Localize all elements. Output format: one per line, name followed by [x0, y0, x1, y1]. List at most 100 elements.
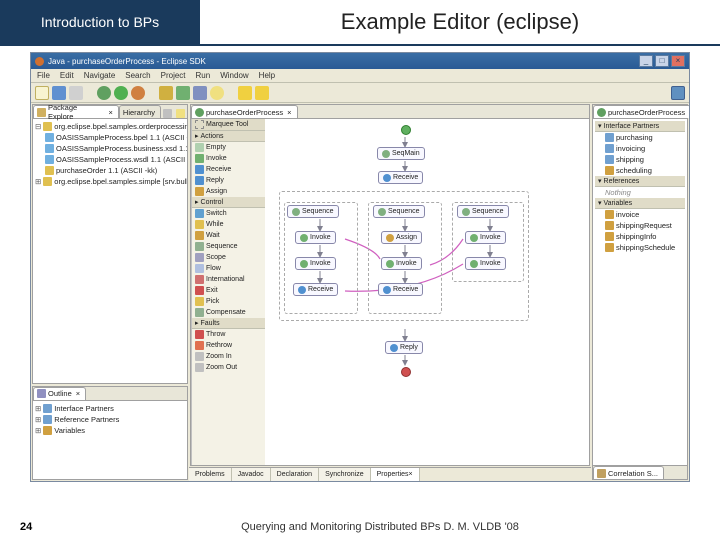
menu-help[interactable]: Help: [259, 71, 275, 80]
list-item[interactable]: Interface Partners: [54, 404, 114, 413]
tab-properties[interactable]: Properties ×: [371, 468, 420, 481]
reply-node[interactable]: Reply: [385, 341, 423, 354]
list-item[interactable]: invoice: [595, 209, 685, 220]
list-item[interactable]: org.eclipse.bpel.samples.orderprocessing…: [54, 122, 187, 131]
palette-item[interactable]: Zoom Out: [192, 362, 265, 373]
seq2-node[interactable]: Sequence: [373, 205, 425, 218]
palette-item[interactable]: Switch: [192, 208, 265, 219]
palette-item[interactable]: Assign: [192, 186, 265, 197]
receive-node[interactable]: Receive: [378, 171, 423, 184]
list-item[interactable]: shippingRequest: [595, 220, 685, 231]
menu-project[interactable]: Project: [161, 71, 186, 80]
package-explorer-tree[interactable]: ⊟org.eclipse.bpel.samples.orderprocessin…: [33, 119, 187, 383]
window-maximize-button[interactable]: □: [655, 55, 669, 67]
list-item[interactable]: scheduling: [595, 165, 685, 176]
perspective-java-icon[interactable]: [671, 86, 685, 100]
palette-item[interactable]: Invoke: [192, 153, 265, 164]
invoke-node[interactable]: Invoke: [295, 231, 336, 244]
receive-node[interactable]: Receive: [378, 283, 423, 296]
tab-package-explorer[interactable]: Package Explore×: [33, 105, 119, 118]
print-icon[interactable]: [69, 86, 83, 100]
list-item[interactable]: Variables: [54, 426, 85, 435]
new-icon[interactable]: [35, 86, 49, 100]
list-item[interactable]: purchaseOrder 1.1 (ASCII -kk): [56, 166, 157, 175]
tab-process[interactable]: purchaseOrderProcess: [593, 105, 689, 118]
run-icon[interactable]: [114, 86, 128, 100]
group-references[interactable]: ▾ References: [595, 176, 685, 187]
list-item[interactable]: shipping: [595, 154, 685, 165]
palette-item[interactable]: Exit: [192, 285, 265, 296]
search-icon[interactable]: [210, 86, 224, 100]
palette-group-actions[interactable]: ▸ Actions: [192, 131, 265, 142]
start-node[interactable]: [401, 125, 411, 135]
end-node[interactable]: [401, 367, 411, 377]
open-type-icon[interactable]: [193, 86, 207, 100]
list-item[interactable]: OASISSampleProcess.wsdl 1.1 (ASCII -kk: [56, 155, 187, 164]
window-titlebar[interactable]: Java - purchaseOrderProcess - Eclipse SD…: [31, 53, 689, 69]
list-item[interactable]: purchasing: [595, 132, 685, 143]
palette-group-control[interactable]: ▸ Control: [192, 197, 265, 208]
ext-tools-icon[interactable]: [131, 86, 145, 100]
list-item[interactable]: invoicing: [595, 143, 685, 154]
list-item[interactable]: shippingSchedule: [595, 242, 685, 253]
palette-item[interactable]: Rethrow: [192, 340, 265, 351]
invoke-node[interactable]: Invoke: [381, 257, 422, 270]
tab-editor[interactable]: purchaseOrderProcess×: [191, 105, 298, 118]
palette-item[interactable]: Compensate: [192, 307, 265, 318]
palette-group-faults[interactable]: ▸ Faults: [192, 318, 265, 329]
collapse-all-icon[interactable]: [163, 109, 172, 118]
menu-edit[interactable]: Edit: [60, 71, 74, 80]
palette-marquee[interactable]: Marquee Tool: [192, 119, 265, 131]
seqmain-node[interactable]: SeqMain: [377, 147, 425, 160]
invoke-node[interactable]: Invoke: [465, 231, 506, 244]
tab-javadoc[interactable]: Javadoc: [232, 468, 271, 481]
menu-file[interactable]: File: [37, 71, 50, 80]
nav-fwd-icon[interactable]: [255, 86, 269, 100]
tab-hierarchy[interactable]: Hierarchy: [119, 105, 161, 118]
list-item[interactable]: org.eclipse.bpel.samples.simple [srv.bul…: [54, 177, 187, 186]
new-package-icon[interactable]: [159, 86, 173, 100]
bpel-canvas[interactable]: SeqMain Receive Sequenc: [265, 119, 589, 465]
palette-item[interactable]: Sequence: [192, 241, 265, 252]
menu-navigate[interactable]: Navigate: [84, 71, 116, 80]
close-icon[interactable]: ×: [287, 108, 291, 117]
debug-icon[interactable]: [97, 86, 111, 100]
group-interface-partners[interactable]: ▾ Interface Partners: [595, 121, 685, 132]
palette-item[interactable]: Pick: [192, 296, 265, 307]
window-close-button[interactable]: ×: [671, 55, 685, 67]
seq1-node[interactable]: Sequence: [287, 205, 339, 218]
menu-search[interactable]: Search: [125, 71, 150, 80]
palette-item[interactable]: Zoom In: [192, 351, 265, 362]
menu-run[interactable]: Run: [196, 71, 211, 80]
nav-back-icon[interactable]: [238, 86, 252, 100]
tab-declaration[interactable]: Declaration: [271, 468, 319, 481]
outline-tree[interactable]: ⊞Interface Partners ⊞Reference Partners …: [33, 401, 187, 480]
tab-synchronize[interactable]: Synchronize: [319, 468, 371, 481]
palette-item[interactable]: Reply: [192, 175, 265, 186]
tab-outline[interactable]: Outline×: [33, 387, 86, 400]
palette-item[interactable]: Empty: [192, 142, 265, 153]
assign-node[interactable]: Assign: [381, 231, 422, 244]
seq3-node[interactable]: Sequence: [457, 205, 509, 218]
link-editor-icon[interactable]: [176, 109, 185, 118]
close-icon[interactable]: ×: [409, 471, 413, 478]
invoke-node[interactable]: Invoke: [465, 257, 506, 270]
receive-node[interactable]: Receive: [293, 283, 338, 296]
palette-item[interactable]: Receive: [192, 164, 265, 175]
new-class-icon[interactable]: [176, 86, 190, 100]
window-minimize-button[interactable]: _: [639, 55, 653, 67]
tab-problems[interactable]: Problems: [189, 468, 232, 481]
palette-item[interactable]: Scope: [192, 252, 265, 263]
list-item[interactable]: OASISSampleProcess.business.xsd 1.1 (ASC…: [56, 144, 187, 153]
list-item[interactable]: OASISSampleProcess.bpel 1.1 (ASCII -k: [56, 133, 187, 142]
tab-correlation[interactable]: Correlation S...: [593, 466, 664, 479]
palette-item[interactable]: While: [192, 219, 265, 230]
close-icon[interactable]: ×: [109, 108, 113, 117]
palette-item[interactable]: International: [192, 274, 265, 285]
palette-item[interactable]: Throw: [192, 329, 265, 340]
list-item[interactable]: Reference Partners: [54, 415, 119, 424]
palette-item[interactable]: Flow: [192, 263, 265, 274]
close-icon[interactable]: ×: [76, 389, 80, 398]
list-item[interactable]: shippingInfo: [595, 231, 685, 242]
invoke-node[interactable]: Invoke: [295, 257, 336, 270]
